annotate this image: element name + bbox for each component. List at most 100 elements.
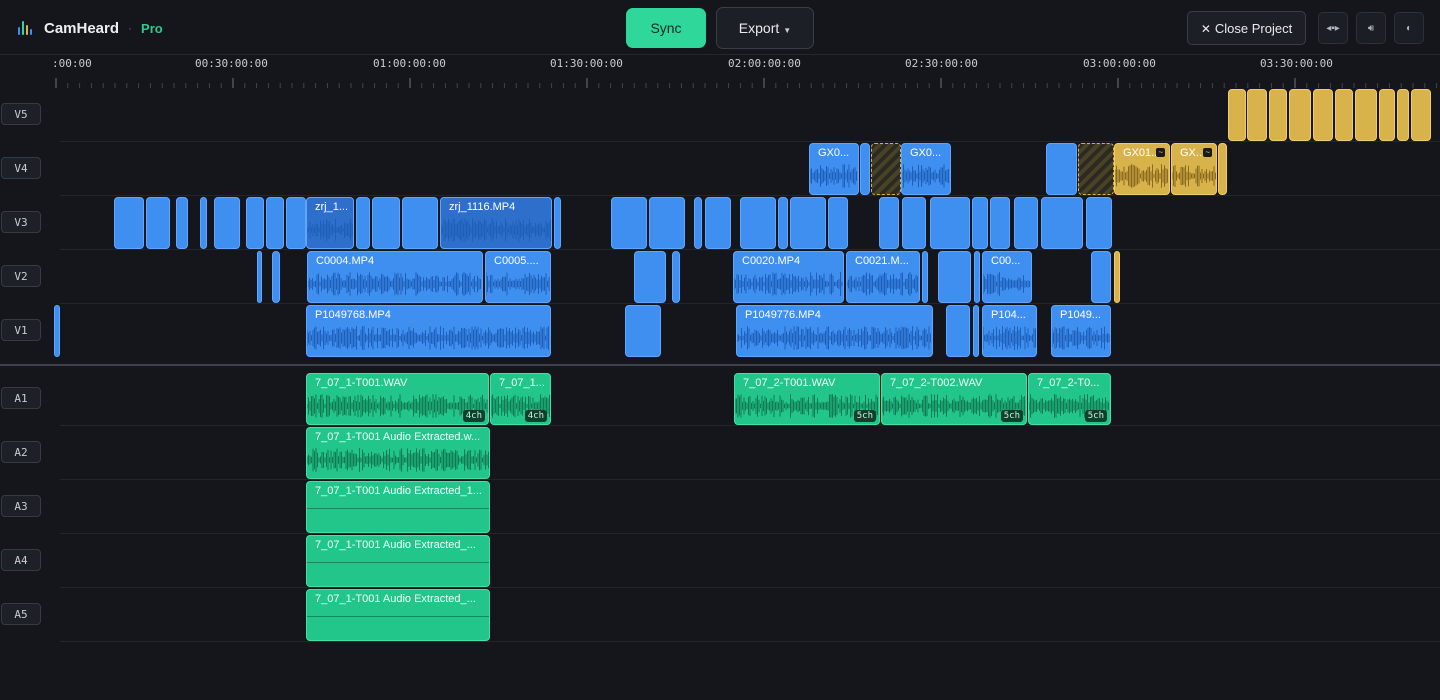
track-label-v3[interactable]: V3	[1, 211, 41, 233]
timeline-clip[interactable]	[625, 305, 661, 357]
timeline-clip[interactable]: 7_07_2-T002.WAV 5ch	[881, 373, 1027, 425]
timeline-clip[interactable]	[973, 305, 979, 357]
timeline-clip[interactable]	[286, 197, 306, 249]
timeline-clip[interactable]	[902, 197, 926, 249]
timeline-clip[interactable]	[1335, 89, 1353, 141]
timeline-clip[interactable]: GX0...	[809, 143, 859, 195]
timeline-clip[interactable]	[1355, 89, 1377, 141]
timeline-clip[interactable]	[554, 197, 561, 249]
timeline-clip[interactable]: P1049768.MP4	[306, 305, 551, 357]
video-audio-divider[interactable]	[0, 364, 1440, 366]
timeline-clip[interactable]	[778, 197, 788, 249]
timeline-clip[interactable]	[114, 197, 144, 249]
clip-name: P104...	[991, 309, 1026, 321]
timeline-clip[interactable]: C0021.M...	[846, 251, 920, 303]
track-label-v5[interactable]: V5	[1, 103, 41, 125]
timeline-clip[interactable]	[705, 197, 731, 249]
timeline-clip[interactable]	[1041, 197, 1083, 249]
sync-view-button[interactable]: ◂▪▸	[1318, 12, 1348, 44]
clip-name: zrj_1...	[315, 201, 349, 213]
timeline-clip[interactable]	[922, 251, 928, 303]
track-label-a5[interactable]: A5	[1, 603, 41, 625]
timeline-clip[interactable]: 7_07_2-T001.WAV 5ch	[734, 373, 880, 425]
timeline-clip[interactable]: C0004.MP4	[307, 251, 483, 303]
timeline-clip[interactable]	[879, 197, 899, 249]
timeline-clip[interactable]	[356, 197, 370, 249]
timeline-clip[interactable]	[146, 197, 170, 249]
timeline-clip[interactable]	[1046, 143, 1077, 195]
timeline-clip[interactable]	[740, 197, 776, 249]
timeline-clip[interactable]: GX0...	[901, 143, 951, 195]
timeline-clip[interactable]: 7_07_1-T001 Audio Extracted_...	[306, 589, 490, 641]
timeline-clip[interactable]	[1086, 197, 1112, 249]
timeline-clip[interactable]	[972, 197, 988, 249]
track-label-a1[interactable]: A1	[1, 387, 41, 409]
volume-button[interactable]: 🔊︎	[1356, 12, 1386, 44]
timeline-clip[interactable]	[246, 197, 264, 249]
timeline-clip[interactable]: 7_07_1... 4ch	[490, 373, 551, 425]
timeline-clip[interactable]: P104...	[982, 305, 1037, 357]
timeline-clip[interactable]	[611, 197, 647, 249]
timeline-clip[interactable]	[200, 197, 207, 249]
timeline-clip[interactable]: 7_07_1-T001.WAV 4ch	[306, 373, 489, 425]
timeline-clip[interactable]	[1114, 251, 1120, 303]
timeline-clip[interactable]	[1379, 89, 1395, 141]
timeline-clip[interactable]: 7_07_1-T001 Audio Extracted.w...	[306, 427, 490, 479]
timeline-clip[interactable]	[930, 197, 970, 249]
timeline-clip[interactable]	[1289, 89, 1311, 141]
timeline-clip[interactable]	[828, 197, 848, 249]
timeline-clip[interactable]	[1014, 197, 1038, 249]
timeline-clip[interactable]	[257, 251, 262, 303]
timeline-clip[interactable]	[974, 251, 980, 303]
timeline-clip[interactable]	[266, 197, 284, 249]
timeline-clip[interactable]: 7_07_1-T001 Audio Extracted_1...	[306, 481, 490, 533]
timeline-clip[interactable]	[938, 251, 971, 303]
sync-button[interactable]: Sync	[626, 8, 706, 48]
timeline-clip[interactable]: GX01... ~	[1114, 143, 1170, 195]
timeline-clip[interactable]	[1078, 143, 1114, 195]
timeline-clip[interactable]	[860, 143, 870, 195]
track-label-v4[interactable]: V4	[1, 157, 41, 179]
timeline-clip[interactable]: P1049776.MP4	[736, 305, 933, 357]
timeline-clip[interactable]	[1218, 143, 1227, 195]
theme-toggle-button[interactable]: ◐	[1394, 12, 1424, 44]
timeline-clip[interactable]	[1269, 89, 1287, 141]
timeline-clip[interactable]	[990, 197, 1010, 249]
timeline-clip[interactable]	[649, 197, 685, 249]
timeline-clip[interactable]	[672, 251, 680, 303]
timeline-clip[interactable]	[1397, 89, 1409, 141]
timeline-clip[interactable]	[1247, 89, 1267, 141]
track-label-a2[interactable]: A2	[1, 441, 41, 463]
export-button[interactable]: Export ▼	[716, 7, 814, 49]
timeline-clip[interactable]	[790, 197, 826, 249]
track-label-a4[interactable]: A4	[1, 549, 41, 571]
timeline-clip[interactable]: GX... ~	[1171, 143, 1217, 195]
timeline-clip[interactable]: 7_07_2-T0... 5ch	[1028, 373, 1111, 425]
timeline-clip[interactable]	[372, 197, 400, 249]
timeline-clip[interactable]: C0020.MP4	[733, 251, 844, 303]
timeline-clip[interactable]	[1228, 89, 1246, 141]
timeline-clip[interactable]	[176, 197, 188, 249]
track-label-v2[interactable]: V2	[1, 265, 41, 287]
timeline-clip[interactable]: P1049...	[1051, 305, 1111, 357]
timeline-clip[interactable]	[694, 197, 702, 249]
timeline-clip[interactable]: C00...	[982, 251, 1032, 303]
timeline-clip[interactable]	[402, 197, 438, 249]
timeline-clip[interactable]: zrj_1116.MP4	[440, 197, 552, 249]
timeline-clip[interactable]	[1411, 89, 1431, 141]
timeline-ruler[interactable]: :00:00 00:30:00:00 01:00:00:00 01:30:00:…	[0, 55, 1440, 90]
timeline-clip[interactable]	[946, 305, 970, 357]
close-project-button[interactable]: ✕ Close Project	[1187, 11, 1306, 45]
timeline-clip[interactable]: zrj_1...	[306, 197, 354, 249]
timeline-clip[interactable]	[634, 251, 666, 303]
timeline-clip[interactable]	[1091, 251, 1111, 303]
timeline-clip[interactable]	[272, 251, 280, 303]
timeline-clip[interactable]	[54, 305, 60, 357]
timeline-clip[interactable]: C0005....	[485, 251, 551, 303]
timeline-clip[interactable]	[1313, 89, 1333, 141]
timeline-clip[interactable]: 7_07_1-T001 Audio Extracted_...	[306, 535, 490, 587]
track-label-v1[interactable]: V1	[1, 319, 41, 341]
timeline-clip[interactable]	[871, 143, 901, 195]
timeline-clip[interactable]	[214, 197, 240, 249]
track-label-a3[interactable]: A3	[1, 495, 41, 517]
